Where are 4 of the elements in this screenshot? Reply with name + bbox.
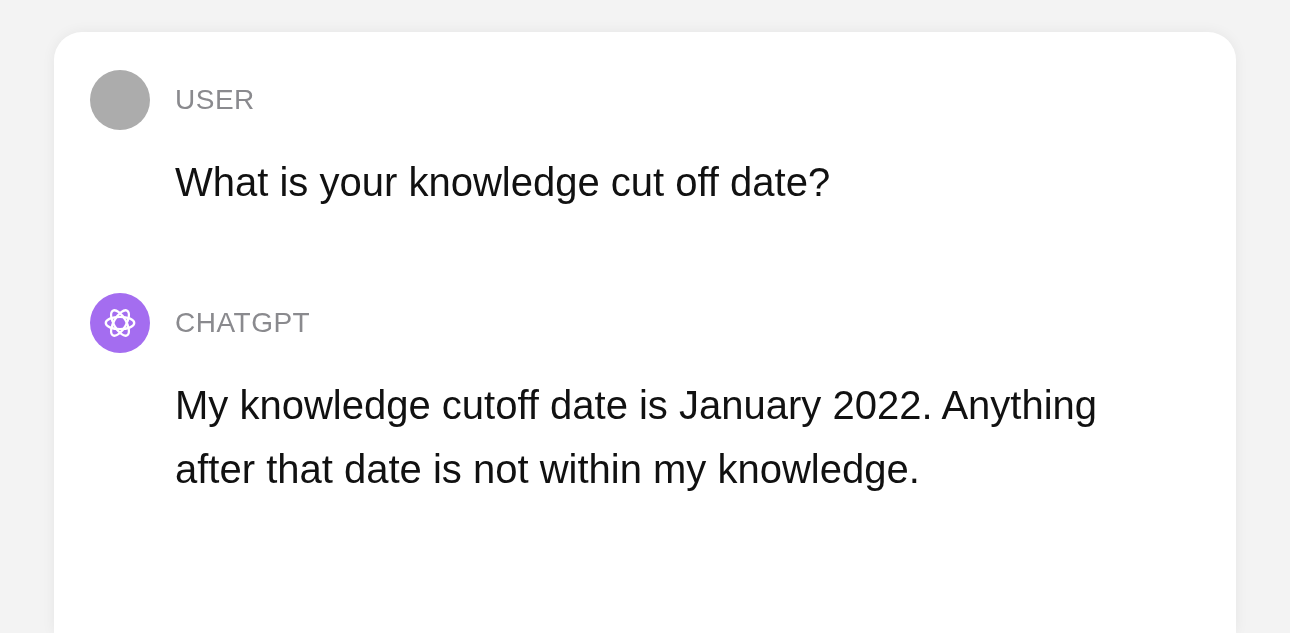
author-label: CHATGPT [175,306,311,340]
author-label: USER [175,83,255,117]
message-text: My knowledge cutoff date is January 2022. Anything after that date is not within my knowledge. [175,382,1099,493]
message-text: What is your knowledge cut off date? [175,159,832,206]
